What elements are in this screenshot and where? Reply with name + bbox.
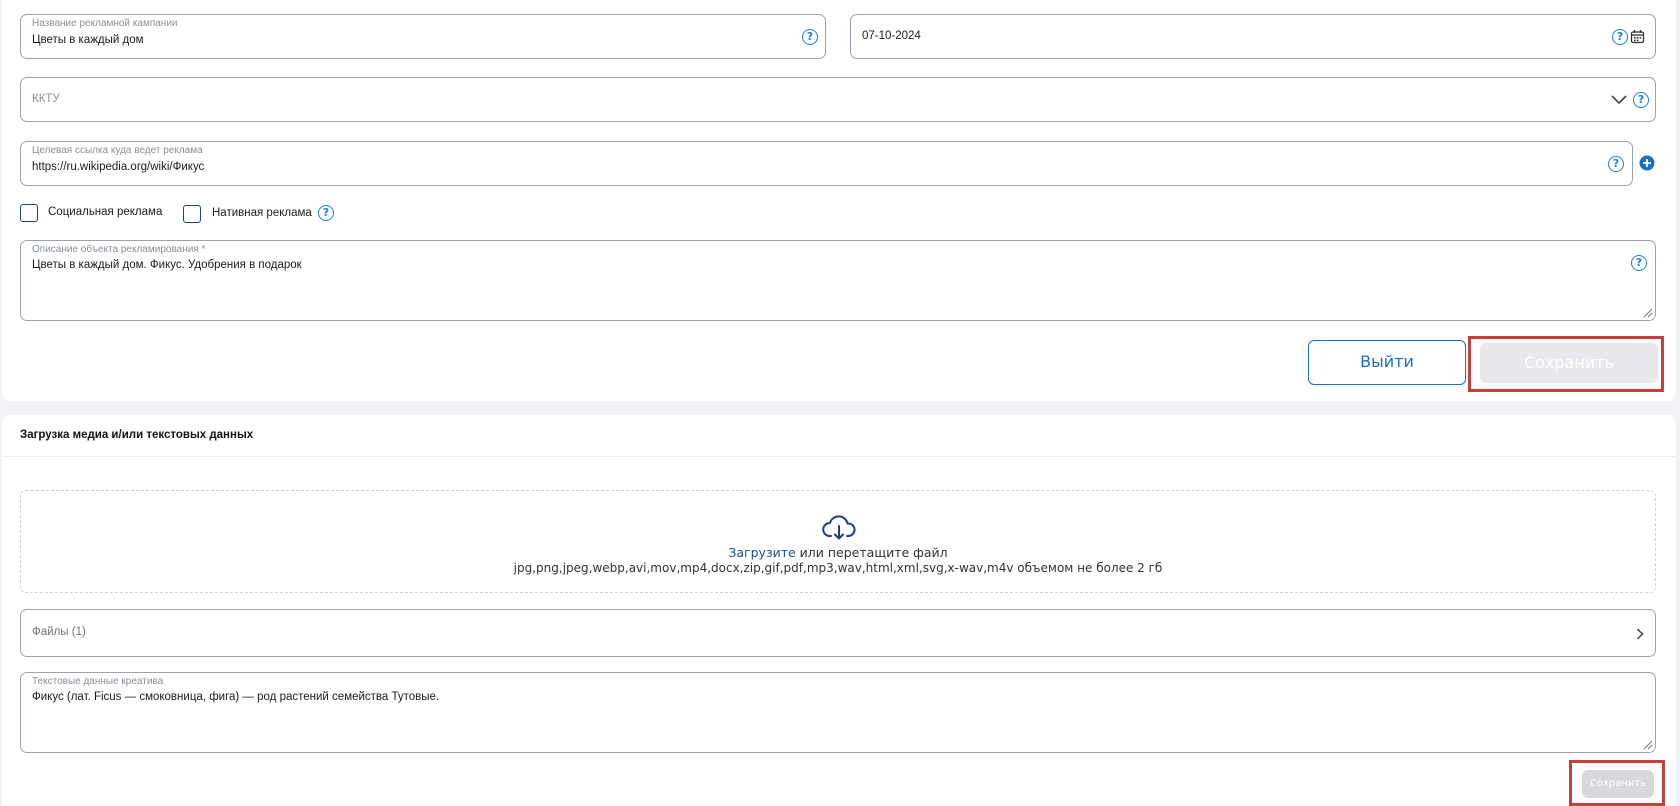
description-textarea[interactable]: Описание объекта рекламирования * Цветы … (20, 240, 1656, 321)
creative-text-value: Фикус (лат. Ficus — смоковница, фига) — … (32, 691, 440, 703)
target-link-value: https://ru.wikipedia.org/wiki/Фикус (32, 161, 205, 173)
file-dropzone[interactable]: Загрузите или перетащите файл jpg,png,jp… (20, 490, 1656, 593)
plus-circle-icon[interactable] (1639, 155, 1655, 171)
media-section-title: Загрузка медиа и/или текстовых данных (20, 429, 254, 441)
kktu-select[interactable]: ККТУ ? (20, 77, 1656, 122)
target-link-field[interactable]: Целевая ссылка куда ведет реклама https:… (20, 141, 1633, 186)
campaign-name-value: Цветы в каждый дом (32, 34, 144, 46)
description-value: Цветы в каждый дом. Фикус. Удобрения в п… (32, 259, 302, 271)
help-icon[interactable]: ? (1608, 156, 1624, 172)
kktu-placeholder: ККТУ (32, 93, 60, 105)
help-icon[interactable]: ? (1631, 255, 1647, 271)
chevron-right-icon[interactable] (1636, 628, 1644, 640)
calendar-icon[interactable] (1630, 29, 1645, 44)
help-icon[interactable]: ? (318, 205, 334, 221)
campaign-name-label: Название рекламной кампании (32, 18, 178, 29)
resize-grip-icon[interactable] (1643, 740, 1653, 750)
upload-link[interactable]: Загрузите (728, 545, 795, 560)
files-label: Файлы (1) (32, 626, 86, 638)
creative-text-textarea[interactable]: Текстовые данные креатива Фикус (лат. Fi… (20, 672, 1656, 753)
description-label: Описание объекта рекламирования * (32, 244, 206, 255)
exit-button[interactable]: Выйти (1308, 340, 1466, 385)
creative-text-label: Текстовые данные креатива (32, 676, 164, 687)
social-ad-label: Социальная реклама (48, 206, 163, 218)
save-button[interactable]: Сохранить (1480, 343, 1658, 383)
upload-instruction: Загрузите или перетащите файл (21, 545, 1655, 560)
date-field[interactable]: 07-10-2024 ? (850, 14, 1656, 59)
help-icon[interactable]: ? (802, 29, 818, 45)
campaign-name-field[interactable]: Название рекламной кампании Цветы в кажд… (20, 14, 826, 59)
social-ad-checkbox[interactable] (20, 204, 38, 222)
save-creative-button[interactable]: Сохранить (1582, 770, 1654, 798)
native-ad-label: Нативная реклама (212, 207, 312, 219)
target-link-label: Целевая ссылка куда ведет реклама (32, 145, 203, 156)
section-divider (2, 456, 1676, 457)
native-ad-checkbox[interactable] (183, 205, 201, 223)
help-icon[interactable]: ? (1633, 92, 1649, 108)
resize-grip-icon[interactable] (1643, 308, 1653, 318)
help-icon[interactable]: ? (1612, 29, 1628, 45)
upload-text: или перетащите файл (795, 545, 948, 560)
chevron-down-icon[interactable] (1611, 95, 1627, 105)
files-accordion[interactable]: Файлы (1) (20, 609, 1656, 657)
date-value: 07-10-2024 (862, 30, 921, 42)
cloud-download-icon (822, 515, 856, 540)
upload-formats: jpg,png,jpeg,webp,avi,mov,mp4,docx,zip,g… (513, 561, 1163, 575)
